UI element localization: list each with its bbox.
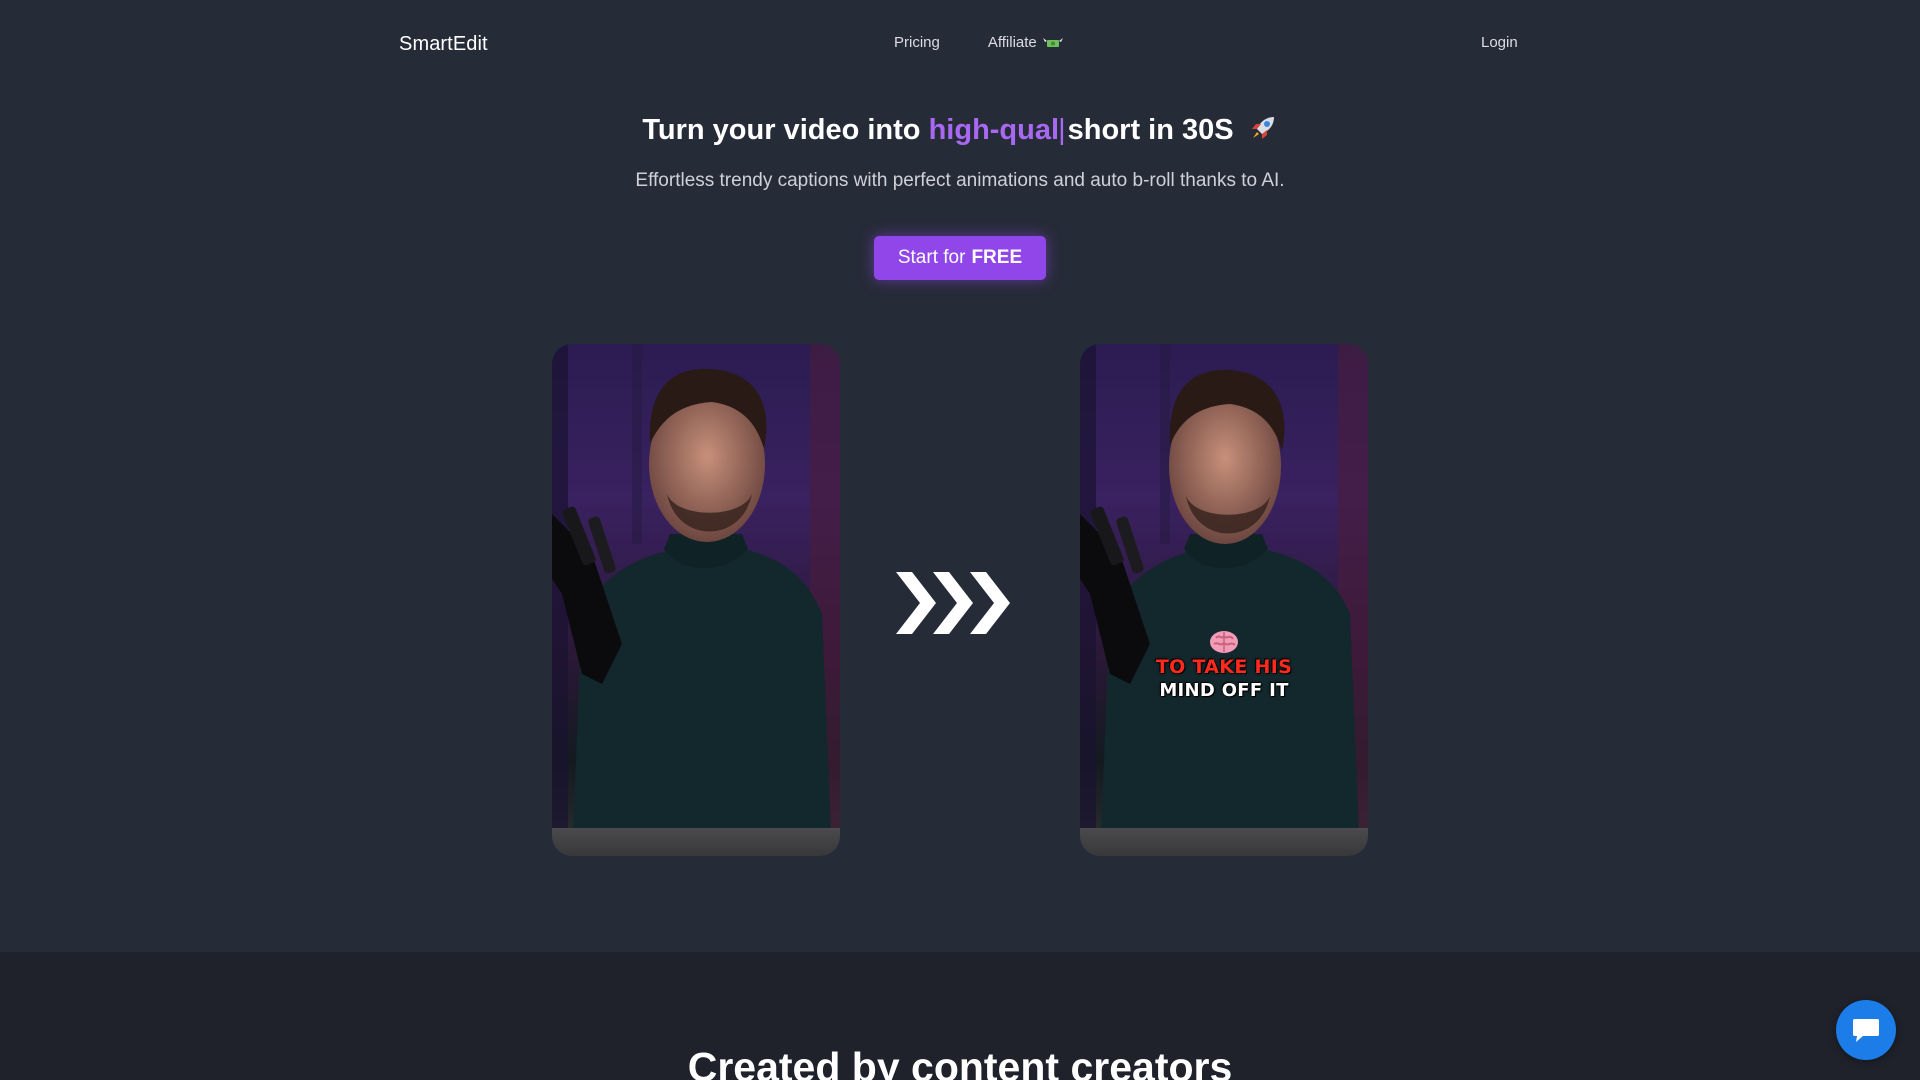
- person-with-microphone: [552, 344, 840, 856]
- rocket-icon: [1248, 113, 1278, 151]
- nav-link-pricing-label: Pricing: [894, 34, 940, 51]
- hero-title-end: short in 30S: [1067, 114, 1234, 146]
- cta-prefix: Start for: [897, 247, 966, 268]
- caption-line-1: TO TAKE HIS: [1155, 656, 1293, 678]
- nav-link-affiliate-label: Affiliate: [987, 34, 1037, 51]
- nav-link-pricing[interactable]: Pricing: [894, 34, 940, 51]
- brain-icon: [1210, 631, 1238, 653]
- person-with-microphone: [1080, 344, 1368, 856]
- start-free-button[interactable]: Start for FREE: [874, 236, 1046, 280]
- hero-title-start: Turn your video into: [642, 114, 921, 146]
- chat-icon: [1853, 1019, 1879, 1042]
- chat-button[interactable]: [1836, 1000, 1896, 1060]
- cta-bold: FREE: [971, 247, 1023, 268]
- money-with-wings-icon: [1042, 36, 1063, 50]
- hero-title: Turn your video into high-qual|short in …: [0, 113, 1920, 151]
- video-floor: [1080, 828, 1368, 856]
- after-video[interactable]: TO TAKE HIS MIND OFF IT: [1080, 344, 1368, 856]
- triple-chevron-right-icon: [896, 572, 1010, 634]
- typing-cursor: |: [1058, 114, 1066, 146]
- brand-logo[interactable]: SmartEdit: [399, 33, 488, 56]
- nav-link-affiliate[interactable]: Affiliate: [988, 34, 1063, 51]
- creators-section-title: Created by content creators: [687, 1044, 1233, 1080]
- hero-title-accent: high-qual: [928, 114, 1060, 146]
- nav-links: Pricing Affiliate: [894, 34, 1063, 51]
- video-floor: [552, 828, 840, 856]
- login-link[interactable]: Login: [1481, 34, 1518, 51]
- hero-subtitle: Effortless trendy captions with perfect …: [635, 170, 1285, 191]
- caption-line-2: MIND OFF IT: [1159, 680, 1289, 701]
- top-nav: SmartEdit Pricing Affiliate Login: [0, 0, 1920, 90]
- creators-section: Created by content creators: [0, 952, 1920, 1080]
- before-video[interactable]: [552, 344, 840, 856]
- video-caption: TO TAKE HIS MIND OFF IT: [1080, 628, 1368, 701]
